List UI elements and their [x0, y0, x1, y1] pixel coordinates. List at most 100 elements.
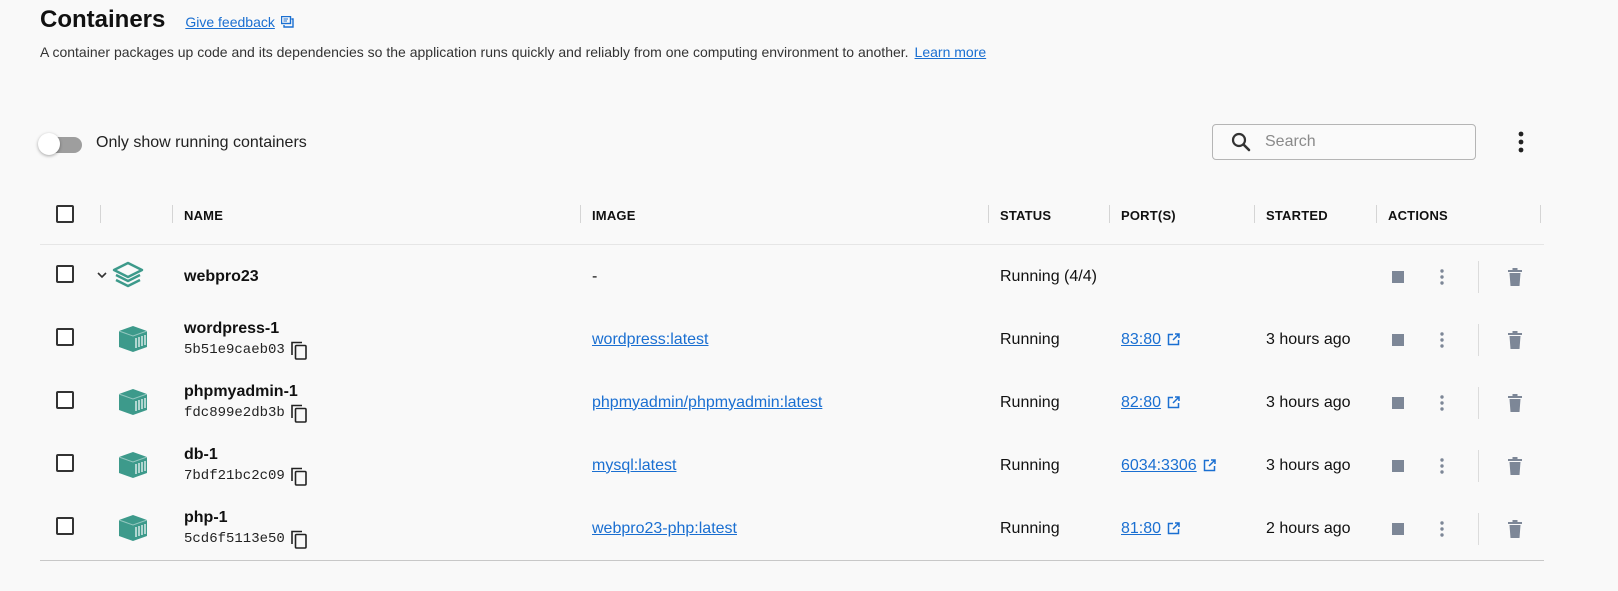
row-checkbox[interactable]: [56, 517, 74, 535]
trash-icon: [1508, 393, 1522, 412]
status-text: Running: [1000, 393, 1060, 411]
stop-icon: [1392, 396, 1404, 409]
trash-icon: [1508, 330, 1522, 349]
group-row-webpro23[interactable]: webpro23 - Running (4/4): [40, 245, 1544, 309]
delete-button[interactable]: [1505, 392, 1525, 414]
container-icon: [118, 326, 148, 352]
table-row[interactable]: php-1 5cd6f5113e50 webpro23-php:latest R…: [40, 497, 1544, 561]
image-link[interactable]: webpro23-php:latest: [592, 520, 737, 537]
row-checkbox[interactable]: [56, 391, 74, 409]
stop-button[interactable]: [1388, 393, 1408, 413]
group-name[interactable]: webpro23: [184, 268, 259, 285]
copy-icon: [291, 530, 307, 549]
stop-button[interactable]: [1388, 267, 1408, 287]
row-checkbox[interactable]: [56, 454, 74, 472]
trash-icon: [1508, 519, 1522, 538]
trash-icon: [1508, 456, 1522, 475]
more-vert-icon: [1518, 131, 1524, 153]
container-icon: [118, 515, 148, 541]
stop-button[interactable]: [1388, 456, 1408, 476]
expand-toggle[interactable]: [96, 267, 108, 285]
column-separator: [988, 205, 989, 223]
stop-button[interactable]: [1388, 519, 1408, 539]
learn-more-link[interactable]: Learn more: [915, 44, 987, 60]
copy-id-button[interactable]: [291, 341, 307, 360]
search-box[interactable]: [1212, 124, 1476, 160]
external-link-icon[interactable]: [1203, 459, 1216, 472]
container-name[interactable]: wordpress-1: [184, 320, 580, 338]
column-separator: [580, 205, 581, 223]
column-separator: [1109, 205, 1110, 223]
table-row[interactable]: phpmyadmin-1 fdc899e2db3b phpmyadmin/php…: [40, 371, 1544, 434]
row-actions: [1388, 497, 1544, 560]
column-separator: [1376, 205, 1377, 223]
started-text: 3 hours ago: [1266, 393, 1351, 411]
container-name[interactable]: db-1: [184, 446, 580, 464]
row-more-button[interactable]: [1432, 517, 1452, 541]
status-text: Running: [1000, 330, 1060, 348]
column-separator: [100, 205, 101, 223]
stack-icon: [112, 261, 144, 288]
container-icon: [118, 452, 148, 478]
port-link[interactable]: 82:80: [1121, 394, 1161, 412]
delete-button[interactable]: [1505, 455, 1525, 477]
actions-divider: [1478, 260, 1479, 293]
port-link[interactable]: 6034:3306: [1121, 457, 1197, 475]
column-header-name[interactable]: NAME: [184, 208, 223, 223]
column-header-ports[interactable]: PORT(S): [1121, 208, 1176, 223]
actions-divider: [1478, 386, 1479, 419]
port-link[interactable]: 83:80: [1121, 331, 1161, 349]
container-icon: [118, 389, 148, 415]
port-link[interactable]: 81:80: [1121, 520, 1161, 538]
actions-divider: [1478, 512, 1479, 545]
external-link-icon[interactable]: [1167, 396, 1180, 409]
column-separator: [1254, 205, 1255, 223]
actions-divider: [1478, 449, 1479, 482]
row-more-button[interactable]: [1432, 391, 1452, 415]
container-id: 7bdf21bc2c09: [184, 468, 285, 484]
row-more-button[interactable]: [1432, 328, 1452, 352]
column-header-actions: ACTIONS: [1388, 207, 1448, 223]
image-link[interactable]: wordpress:latest: [592, 331, 709, 348]
image-link[interactable]: phpmyadmin/phpmyadmin:latest: [592, 394, 822, 411]
select-all-checkbox[interactable]: [56, 204, 74, 223]
column-header-started[interactable]: STARTED: [1266, 208, 1328, 223]
table-row[interactable]: db-1 7bdf21bc2c09 mysql:latest Running 6…: [40, 434, 1544, 497]
actions-divider: [1478, 323, 1479, 356]
row-checkbox[interactable]: [56, 265, 74, 283]
table-row[interactable]: wordpress-1 5b51e9caeb03 wordpress:lates…: [40, 308, 1544, 371]
external-link-icon[interactable]: [1167, 522, 1180, 535]
started-text: 3 hours ago: [1266, 330, 1351, 348]
row-more-button[interactable]: [1432, 454, 1452, 478]
trash-icon: [1508, 267, 1522, 286]
status-text: Running: [1000, 519, 1060, 537]
delete-button[interactable]: [1505, 329, 1525, 351]
stop-icon: [1392, 522, 1404, 535]
copy-id-button[interactable]: [291, 404, 307, 423]
give-feedback-link[interactable]: Give feedback: [185, 14, 294, 30]
only-running-toggle[interactable]: [38, 133, 82, 155]
container-name[interactable]: php-1: [184, 509, 580, 527]
copy-id-button[interactable]: [291, 530, 307, 549]
stop-button[interactable]: [1388, 330, 1408, 350]
more-vert-icon: [1440, 457, 1444, 474]
image-link[interactable]: mysql:latest: [592, 457, 676, 474]
column-header-status[interactable]: STATUS: [1000, 208, 1051, 223]
external-link-icon[interactable]: [1167, 333, 1180, 346]
search-input[interactable]: [1263, 132, 1457, 152]
feedback-icon: [280, 16, 294, 28]
row-checkbox[interactable]: [56, 328, 74, 346]
container-id: 5b51e9caeb03: [184, 342, 285, 358]
delete-button[interactable]: [1505, 518, 1525, 540]
more-options-button[interactable]: [1512, 128, 1530, 156]
container-name[interactable]: phpmyadmin-1: [184, 383, 580, 401]
page-header: Containers Give feedback: [40, 4, 294, 36]
column-header-image[interactable]: IMAGE: [592, 208, 636, 223]
toolbar: Only show running containers: [38, 124, 1578, 168]
copy-icon: [291, 467, 307, 486]
more-vert-icon: [1440, 331, 1444, 348]
delete-button[interactable]: [1505, 266, 1525, 288]
row-more-button[interactable]: [1432, 265, 1452, 289]
copy-id-button[interactable]: [291, 467, 307, 486]
description-text: A container packages up code and its dep…: [40, 44, 909, 60]
